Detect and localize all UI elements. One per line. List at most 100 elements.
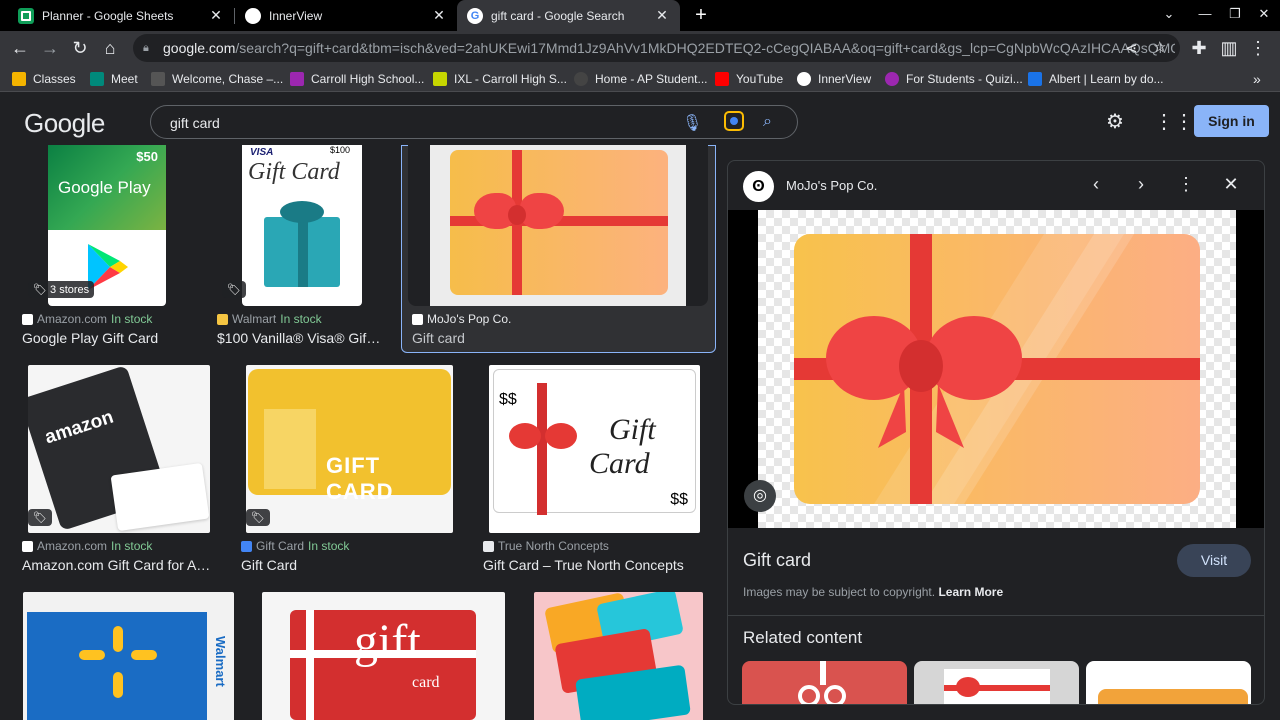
address-bar[interactable]: 🔒︎ google.com /search?q=gift+card&tbm=is… bbox=[133, 34, 1180, 62]
result-title[interactable]: Gift Card – True North Concepts bbox=[483, 557, 693, 573]
lens-icon[interactable] bbox=[724, 111, 744, 131]
reload-icon[interactable]: ↻ bbox=[68, 36, 92, 60]
learn-more-link[interactable]: Learn More bbox=[938, 585, 1003, 599]
more-bookmarks-icon[interactable]: » bbox=[1253, 70, 1261, 88]
tab-label: InnerView bbox=[269, 8, 323, 23]
browser-toolbar: ← → ↻ ⌂ 🔒︎ google.com /search?q=gift+car… bbox=[0, 31, 1280, 65]
side-panel-icon[interactable]: ▥ bbox=[1217, 36, 1241, 60]
bookmark-label: For Students - Quizi... bbox=[906, 72, 1023, 86]
visit-button[interactable]: Visit bbox=[1177, 544, 1251, 577]
preview-image[interactable]: ◎ bbox=[728, 210, 1264, 528]
result-source[interactable]: True North Concepts bbox=[483, 539, 609, 553]
tag-icon: 🏷︎ bbox=[28, 509, 52, 526]
bookmark-welcome[interactable]: Welcome, Chase –... bbox=[151, 70, 283, 88]
amazon-icon bbox=[22, 313, 33, 325]
related-thumb-2[interactable] bbox=[914, 661, 1079, 704]
previous-icon[interactable]: ‹ bbox=[1084, 174, 1108, 195]
url-host: google.com bbox=[163, 40, 236, 56]
result-thumb-egift-cards[interactable] bbox=[534, 592, 703, 720]
related-thumb-1[interactable] bbox=[742, 661, 907, 704]
result-source[interactable]: Walmart In stock bbox=[217, 312, 322, 326]
result-thumb-vanilla[interactable]: VISA $100 Gift Card bbox=[242, 145, 362, 306]
back-icon[interactable]: ← bbox=[8, 36, 32, 60]
result-source[interactable]: Amazon.com In stock bbox=[22, 312, 152, 326]
amazon-icon bbox=[22, 540, 33, 552]
bookmark-innerview[interactable]: InnerView bbox=[797, 70, 871, 88]
stock-status: In stock bbox=[280, 312, 322, 326]
result-source[interactable]: Amazon.com In stock bbox=[22, 539, 152, 553]
tab-search-icon[interactable]: ⌄ bbox=[1159, 6, 1179, 22]
extensions-icon[interactable]: ✚ bbox=[1187, 36, 1211, 60]
gplay-name: Google Play bbox=[58, 178, 151, 197]
home-icon[interactable]: ⌂ bbox=[98, 36, 122, 60]
tag-icon: 🏷︎ bbox=[222, 281, 246, 298]
maximize-icon[interactable]: ❐ bbox=[1225, 6, 1245, 22]
result-title[interactable]: Amazon.com Gift Card for Any... bbox=[22, 557, 217, 573]
close-icon[interactable]: ✕ bbox=[431, 7, 447, 24]
share-icon[interactable]: ⋖ bbox=[1125, 39, 1138, 57]
result-title[interactable]: $100 Vanilla® Visa® Gift ... bbox=[217, 330, 382, 346]
voice-search-icon[interactable]: 🎙︎ bbox=[682, 113, 702, 133]
panel-source[interactable]: MoJo's Pop Co. bbox=[786, 178, 877, 193]
bookmark-star-icon[interactable]: ☆ bbox=[1153, 38, 1166, 56]
bookmark-label: IXL - Carroll High S... bbox=[454, 72, 567, 86]
stores-count: 3 stores bbox=[50, 284, 90, 296]
copyright-notice: Images may be subject to copyright. Lear… bbox=[743, 585, 1003, 599]
source-name: Walmart bbox=[232, 312, 277, 326]
next-icon[interactable]: › bbox=[1129, 174, 1153, 195]
bookmark-meet[interactable]: Meet bbox=[90, 70, 138, 88]
mojos-logo-icon[interactable]: ʘ bbox=[743, 171, 774, 202]
google-logo[interactable]: Google bbox=[24, 108, 105, 139]
source-name: Amazon.com bbox=[37, 312, 108, 326]
bookmark-ixl[interactable]: IXL - Carroll High S... bbox=[433, 70, 567, 88]
close-icon[interactable]: ✕ bbox=[654, 7, 670, 24]
bookmark-quizizz[interactable]: For Students - Quizi... bbox=[885, 70, 1023, 88]
minimize-icon[interactable]: — bbox=[1195, 6, 1215, 21]
classroom-icon bbox=[12, 72, 26, 86]
search-icon[interactable]: ⌕ bbox=[763, 113, 772, 131]
bookmark-ap[interactable]: Home - AP Student... bbox=[574, 70, 708, 88]
new-tab-button[interactable]: + bbox=[690, 4, 712, 26]
url-path: /search?q=gift+card&tbm=isch&ved=2ahUKEw… bbox=[235, 40, 1176, 56]
result-thumb-yellow-card[interactable]: GIFT CARD bbox=[246, 365, 453, 533]
sign-in-button[interactable]: Sign in bbox=[1194, 105, 1269, 137]
tn-script-card: Card bbox=[589, 447, 650, 480]
search-query[interactable]: gift card bbox=[170, 115, 220, 131]
result-title[interactable]: Gift Card bbox=[241, 557, 441, 573]
panel-title: Gift card bbox=[743, 550, 812, 570]
result-title[interactable]: Google Play Gift Card bbox=[22, 330, 192, 346]
result-title[interactable]: Gift card bbox=[412, 330, 592, 346]
result-thumb-selected-giftcard[interactable] bbox=[408, 145, 708, 306]
more-options-icon[interactable]: ⋮ bbox=[1174, 174, 1198, 195]
stock-status: In stock bbox=[111, 312, 153, 326]
related-thumb-3[interactable] bbox=[1086, 661, 1251, 704]
bookmark-carroll[interactable]: Carroll High School... bbox=[290, 70, 424, 88]
close-panel-icon[interactable]: ✕ bbox=[1219, 174, 1243, 195]
tab-google-search[interactable]: G gift card - Google Search ✕ bbox=[457, 0, 680, 31]
red-gift-word: gift bbox=[354, 615, 421, 668]
window-close-icon[interactable]: ✕ bbox=[1254, 6, 1274, 22]
lens-search-icon[interactable]: ◎ bbox=[744, 480, 776, 512]
result-source[interactable]: MoJo's Pop Co. bbox=[412, 312, 511, 326]
menu-icon[interactable]: ⋮ bbox=[1246, 36, 1270, 60]
result-thumb-red-gift[interactable]: gift card bbox=[262, 592, 505, 720]
tab-sheets[interactable]: Planner - Google Sheets ✕ bbox=[8, 0, 234, 31]
settings-gear-icon[interactable]: ⚙ bbox=[1106, 109, 1124, 134]
vanilla-amount: $100 bbox=[329, 145, 350, 155]
result-thumb-true-north[interactable]: $$ $$ Gift Card bbox=[489, 365, 700, 533]
bookmark-classes[interactable]: Classes bbox=[12, 70, 76, 88]
bookmark-albert[interactable]: Albert | Learn by do... bbox=[1028, 70, 1164, 88]
search-header: Google gift card 🎙︎ ⌕ ⚙ ⋮⋮⋮ Sign in bbox=[0, 92, 1280, 148]
close-icon[interactable]: ✕ bbox=[208, 7, 224, 24]
stock-status: In stock bbox=[111, 539, 153, 553]
result-thumb-walmart[interactable]: Walmart bbox=[23, 592, 234, 720]
forward-icon[interactable]: → bbox=[38, 36, 62, 60]
source-name: Amazon.com bbox=[37, 539, 108, 553]
result-thumb-amazon[interactable]: amazon bbox=[28, 365, 210, 533]
stock-status: In stock bbox=[308, 539, 350, 553]
bookmark-youtube[interactable]: YouTube bbox=[715, 70, 783, 88]
quizizz-icon bbox=[885, 72, 899, 86]
search-input[interactable]: gift card 🎙︎ ⌕ bbox=[150, 105, 798, 139]
tab-innerview[interactable]: InnerView ✕ bbox=[235, 0, 457, 31]
result-source[interactable]: Gift Card In stock bbox=[241, 539, 349, 553]
